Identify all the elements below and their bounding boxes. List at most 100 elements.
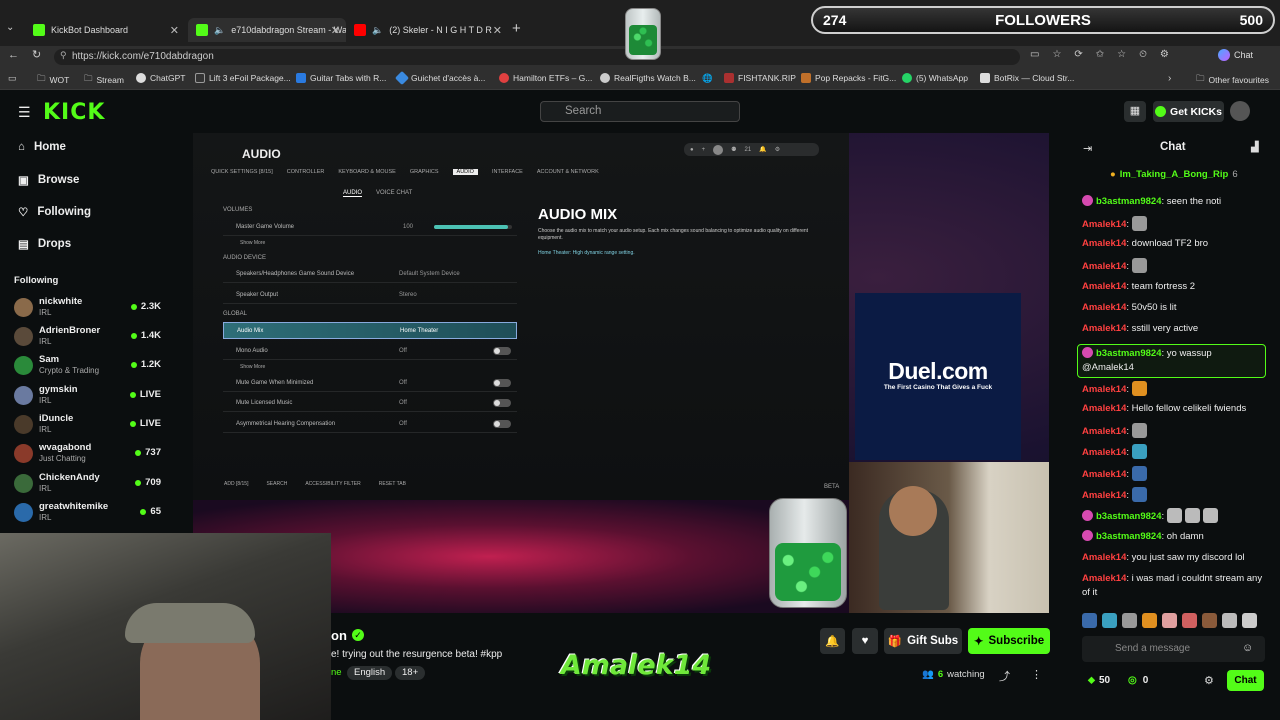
- swirl-emote-icon: [1242, 613, 1257, 628]
- chat-username[interactable]: Amalek14: [1082, 219, 1126, 230]
- layout-icon[interactable]: ▦: [1124, 101, 1146, 122]
- chat-username[interactable]: Amalek14: [1082, 573, 1126, 584]
- gift-subs-button[interactable]: 🎁 Gift Subs: [884, 628, 962, 654]
- user-avatar[interactable]: [1230, 101, 1250, 121]
- bookmark-guichet[interactable]: Guichet d'accès à...: [394, 70, 485, 86]
- chat-username[interactable]: Amalek14: [1082, 490, 1126, 501]
- bookmark-lift[interactable]: Lift 3 eFoil Package...: [195, 73, 291, 83]
- whatsapp-icon: [902, 73, 912, 83]
- followed-channel-iduncle[interactable]: iDuncle IRL LIVE: [14, 413, 166, 441]
- tag-english[interactable]: English: [347, 666, 393, 680]
- sidebar-item-drops[interactable]: ▤ Drops: [18, 237, 71, 251]
- box-emote-icon: [1131, 444, 1147, 459]
- menu-icon[interactable]: ☰: [18, 104, 31, 121]
- followed-channel-nickwhite[interactable]: nickwhite IRL 2.3K: [14, 296, 166, 324]
- followed-channel-adrienbroner[interactable]: AdrienBroner IRL 1.4K: [14, 325, 166, 353]
- tag-18plus[interactable]: 18+: [395, 666, 426, 680]
- collapse-chat-icon[interactable]: ⇥: [1083, 142, 1092, 155]
- game-settings-title: AUDIO: [242, 147, 281, 161]
- send-chat-button[interactable]: Chat: [1227, 670, 1264, 691]
- chat-username[interactable]: b3astman9824: [1096, 196, 1161, 207]
- bookmark-other-favourites[interactable]: 🗀 Other favourites: [1196, 73, 1269, 87]
- copilot-button[interactable]: Chat: [1218, 49, 1253, 61]
- chat-username[interactable]: Amalek14: [1082, 281, 1126, 292]
- bookmark-whatsapp[interactable]: (5) WhatsApp: [902, 73, 968, 83]
- bookmark-hamilton[interactable]: Hamilton ETFs – G...: [499, 73, 592, 83]
- followed-channel-sam[interactable]: Sam Crypto & Trading 1.2K: [14, 354, 166, 382]
- chat-username[interactable]: Amalek14: [1082, 447, 1126, 458]
- followed-channel-chickenandy[interactable]: ChickenAndy IRL 709: [14, 472, 166, 500]
- more-options-icon[interactable]: ⋮: [1031, 668, 1042, 681]
- close-tab-icon[interactable]: ✕: [331, 24, 340, 37]
- get-kicks-button[interactable]: Get KICKs: [1153, 101, 1224, 122]
- browser-tab-youtube[interactable]: 🔈 (2) Skeler - N I G H T D R ✕: [346, 18, 508, 42]
- viewers-icon: 👥: [922, 669, 934, 680]
- notify-bell-button[interactable]: 🔔: [820, 628, 845, 654]
- reload-icon[interactable]: ↻: [32, 48, 41, 61]
- bookmark-wot[interactable]: 🗀 WOT: [37, 73, 69, 87]
- emoji-picker-icon[interactable]: ☺: [1242, 642, 1253, 654]
- chat-username[interactable]: Amalek14: [1082, 261, 1126, 272]
- chat-username[interactable]: b3astman9824: [1096, 348, 1161, 359]
- followed-channel-wvagabond[interactable]: wvagabond Just Chatting 737: [14, 442, 166, 470]
- stream-category-fragment[interactable]: ne: [331, 667, 342, 678]
- subscriber-badge-icon: [1082, 195, 1093, 206]
- new-tab-button[interactable]: +: [512, 20, 521, 37]
- browser-tab-kickbot[interactable]: KickBot Dashboard ✕: [25, 18, 185, 42]
- chat-users-icon[interactable]: ▟: [1251, 142, 1259, 153]
- followed-channel-gymskin[interactable]: gymskin IRL LIVE: [14, 384, 166, 412]
- fishtank-icon: [724, 73, 734, 83]
- avatar: [14, 356, 33, 375]
- browser-tab-kick-stream[interactable]: 🔈 e710dabdragon Stream - Wa ✕: [188, 18, 346, 42]
- close-tab-icon[interactable]: ✕: [493, 24, 502, 37]
- tab-label: (2) Skeler - N I G H T D R: [389, 25, 492, 35]
- share-icon[interactable]: ⤴: [999, 668, 1010, 684]
- chat-username[interactable]: Amalek14: [1082, 403, 1126, 414]
- chat-settings-icon[interactable]: ⚙: [1204, 674, 1214, 687]
- pig-emote-icon: [1182, 613, 1197, 628]
- chat-message-input[interactable]: Send a message: [1082, 636, 1265, 662]
- subscribe-button[interactable]: ✦ Subscribe: [968, 628, 1050, 654]
- bookmark-chatgpt[interactable]: ChatGPT: [136, 73, 185, 83]
- chat-username[interactable]: Amalek14: [1082, 302, 1126, 313]
- tab-list-button[interactable]: ⌄: [6, 22, 14, 33]
- chat-message: b3astman9824: seen the noti: [1082, 195, 1268, 209]
- url-input[interactable]: https://kick.com/e710dabdragon: [54, 49, 1020, 65]
- site-info-icon[interactable]: ⚲: [60, 50, 67, 61]
- follow-heart-button[interactable]: ♥: [852, 628, 878, 654]
- chat-message: Amalek14: team fortress 2: [1082, 281, 1196, 292]
- bookmark-realfights[interactable]: RealFigths Watch B...: [600, 73, 696, 83]
- chat-username[interactable]: b3astman9824: [1096, 511, 1161, 522]
- chat-username[interactable]: Amalek14: [1082, 238, 1126, 249]
- bookmark-botrix[interactable]: BotRix — Cloud Str...: [980, 73, 1074, 83]
- avatar: [14, 474, 33, 493]
- chat-message: Amalek14:: [1082, 487, 1268, 503]
- globe-bookmark[interactable]: 🌐: [702, 73, 713, 84]
- back-icon[interactable]: ←: [8, 49, 19, 61]
- reading-list-icon[interactable]: ▭: [8, 73, 17, 84]
- controller-icon: ●: [690, 146, 694, 153]
- bookmarks-overflow-icon[interactable]: ›: [1168, 73, 1171, 84]
- chat-username[interactable]: Amalek14: [1082, 469, 1126, 480]
- bell-icon: 🔔: [825, 636, 840, 648]
- chat-username[interactable]: Amalek14: [1082, 552, 1126, 563]
- bookmark-stream[interactable]: 🗀 Stream: [84, 73, 124, 87]
- close-tab-icon[interactable]: ✕: [170, 24, 179, 37]
- chess-emote-icon: [1166, 508, 1182, 523]
- chat-username[interactable]: Amalek14: [1082, 323, 1126, 334]
- sidebar-item-home[interactable]: ⌂ Home: [18, 141, 66, 153]
- chat-text: team fortress 2: [1131, 281, 1196, 292]
- search-input[interactable]: Search: [540, 101, 740, 122]
- chat-username[interactable]: Amalek14: [1082, 384, 1126, 395]
- sidebar-item-following[interactable]: ♡ Following: [18, 205, 91, 219]
- bookmark-fishtank[interactable]: FISHTANK.RIP: [724, 73, 796, 83]
- chat-username[interactable]: Amalek14: [1082, 426, 1126, 437]
- kick-logo[interactable]: KICK: [43, 100, 105, 125]
- bookmark-guitar[interactable]: Guitar Tabs with R...: [296, 73, 386, 83]
- chat-username[interactable]: b3astman9824: [1096, 531, 1161, 542]
- bookmark-fitgirl[interactable]: Pop Repacks - FitG...: [801, 73, 896, 83]
- player-avatar: [713, 144, 724, 155]
- kicks-balance: ⬥ 50: [1088, 675, 1111, 686]
- followed-channel-greatwhitemike[interactable]: greatwhitemike IRL 65: [14, 501, 166, 529]
- sidebar-item-browse[interactable]: ▣ Browse: [18, 173, 79, 187]
